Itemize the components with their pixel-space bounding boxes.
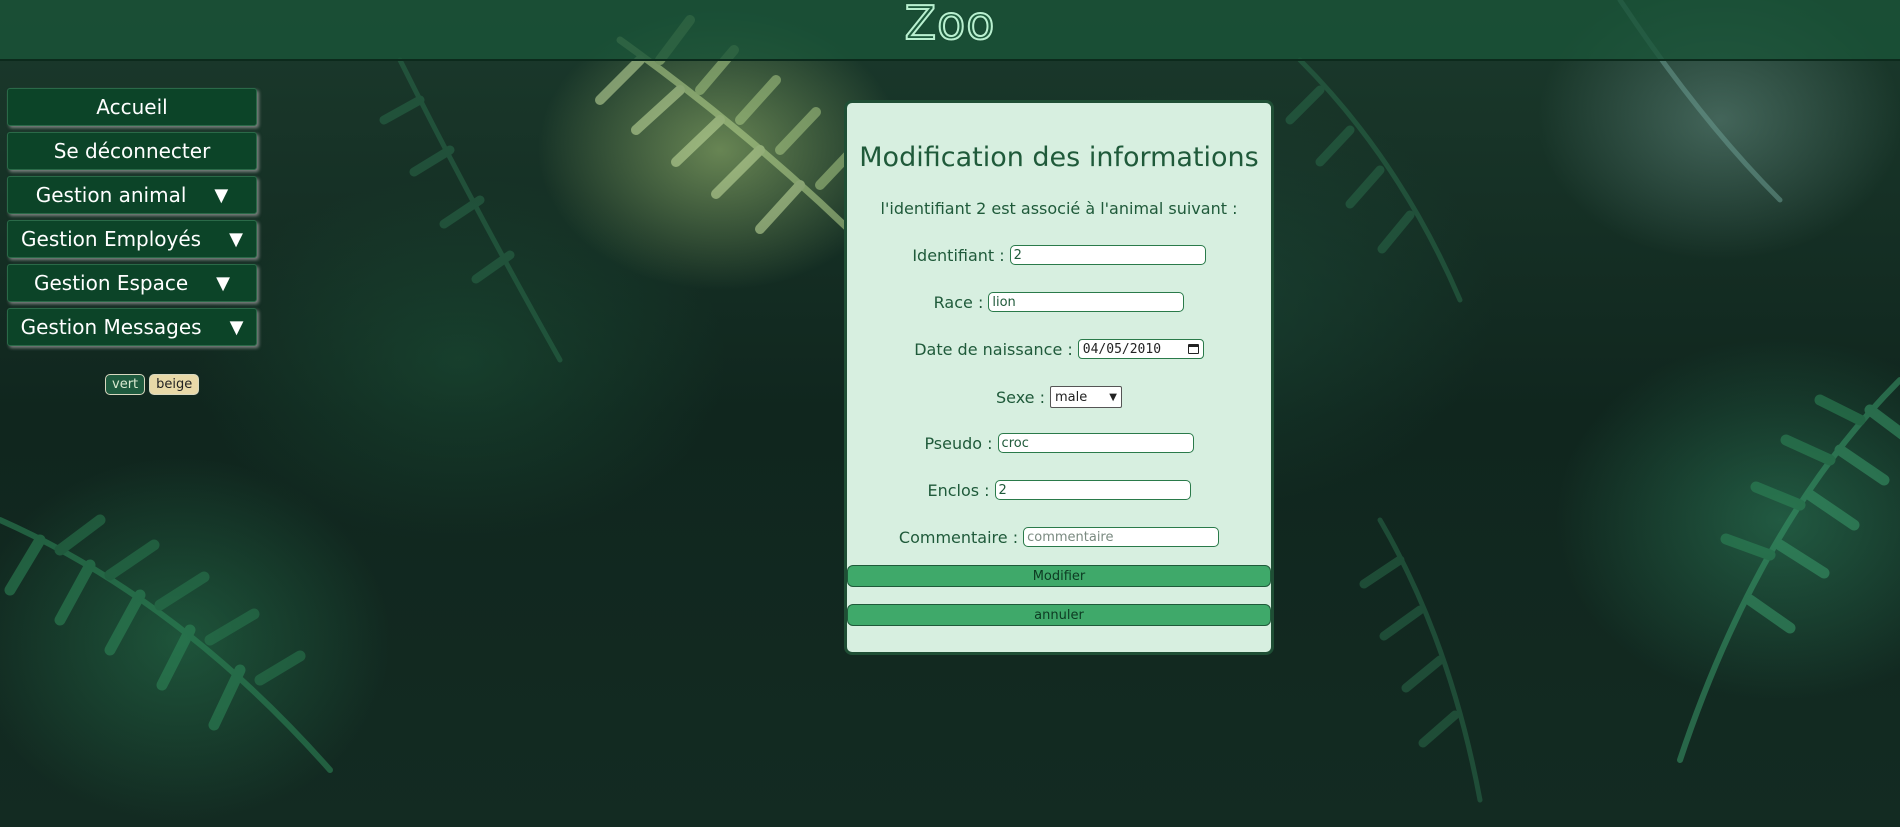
sexe-row: Sexe : male ▼ xyxy=(847,386,1271,408)
dropdown-arrow-icon: ▼ xyxy=(229,316,244,338)
date-row: Date de naissance : 04/05/2010 xyxy=(847,339,1271,359)
sidebar-item-label: Gestion Espace xyxy=(33,271,189,295)
identifiant-field[interactable] xyxy=(1009,245,1206,265)
sidebar-item-gestion-employes[interactable]: Gestion Employés ▼ xyxy=(7,220,257,258)
form-subtitle: l'identifiant 2 est associé à l'animal s… xyxy=(880,199,1238,218)
date-naissance-label: Date de naissance : xyxy=(914,339,1073,359)
sidebar-item-label: Gestion animal xyxy=(35,183,187,207)
pseudo-label: Pseudo : xyxy=(924,433,993,453)
annuler-button[interactable]: annuler xyxy=(847,604,1271,626)
enclos-field[interactable] xyxy=(994,480,1191,500)
pseudo-field[interactable] xyxy=(997,433,1194,453)
commentaire-field[interactable] xyxy=(1023,527,1220,547)
dropdown-arrow-icon: ▼ xyxy=(214,184,229,206)
identifiant-row: Identifiant : xyxy=(847,245,1271,265)
sexe-label: Sexe : xyxy=(995,387,1045,407)
date-value: 04/05/2010 xyxy=(1082,341,1162,357)
identifiant-label: Identifiant : xyxy=(912,245,1005,265)
sexe-selected-value: male xyxy=(1055,389,1088,405)
modifier-button[interactable]: Modifier xyxy=(847,565,1271,587)
sidebar-item-gestion-animal[interactable]: Gestion animal ▼ xyxy=(7,176,257,214)
sidebar-item-label: Gestion Messages xyxy=(20,315,202,339)
pseudo-row: Pseudo : xyxy=(847,433,1271,453)
sidebar-item-accueil[interactable]: Accueil xyxy=(7,88,257,126)
sidebar-item-gestion-espace[interactable]: Gestion Espace ▼ xyxy=(7,264,257,302)
dropdown-arrow-icon: ▼ xyxy=(216,272,231,294)
sidebar-item-label: Gestion Employés xyxy=(21,227,202,251)
site-logo[interactable]: Zoo xyxy=(0,0,1900,51)
sidebar-item-logout[interactable]: Se déconnecter xyxy=(7,132,257,170)
enclos-label: Enclos : xyxy=(927,480,990,500)
commentaire-row: Commentaire : xyxy=(847,527,1271,547)
sexe-select[interactable]: male ▼ xyxy=(1050,386,1122,408)
race-label: Race : xyxy=(933,292,984,312)
sidebar-item-label: Se déconnecter xyxy=(53,139,211,163)
header-bar: Zoo xyxy=(0,0,1900,61)
sidebar-nav: Accueil Se déconnecter Gestion animal ▼ … xyxy=(7,88,257,352)
theme-beige-button[interactable]: beige xyxy=(149,374,200,395)
dropdown-arrow-icon: ▼ xyxy=(229,228,243,250)
edit-animal-form: Modification des informations l'identifi… xyxy=(844,100,1274,655)
calendar-icon[interactable] xyxy=(1187,344,1199,354)
race-field[interactable] xyxy=(988,292,1185,312)
sidebar-item-gestion-messages[interactable]: Gestion Messages ▼ xyxy=(7,308,257,346)
enclos-row: Enclos : xyxy=(847,480,1271,500)
date-naissance-field[interactable]: 04/05/2010 xyxy=(1077,339,1204,359)
race-row: Race : xyxy=(847,292,1271,312)
theme-vert-button[interactable]: vert xyxy=(105,374,146,395)
form-title: Modification des informations xyxy=(859,142,1259,173)
theme-switcher: vert beige xyxy=(105,374,200,395)
chevron-down-icon: ▼ xyxy=(1109,391,1117,403)
sidebar-item-label: Accueil xyxy=(96,95,168,119)
commentaire-label: Commentaire : xyxy=(898,527,1019,547)
